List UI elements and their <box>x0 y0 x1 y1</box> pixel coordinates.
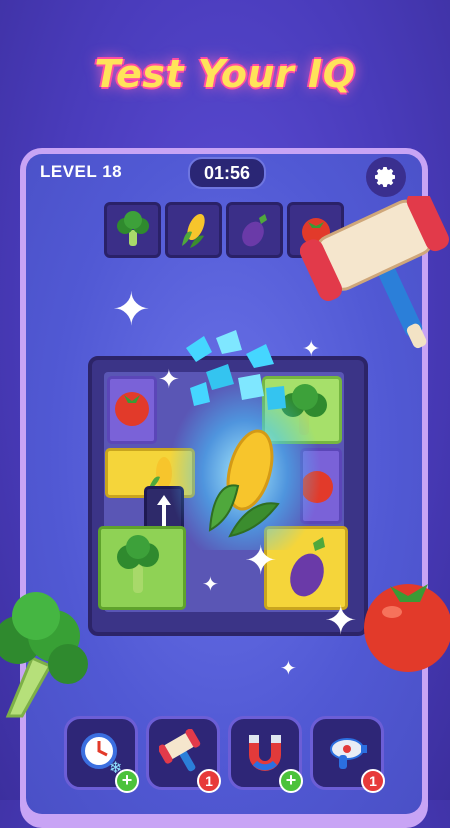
sparkle-icon: ✦ <box>202 574 219 596</box>
powerup-bar: ❄ + 1 + 1 <box>64 716 385 793</box>
target-slot-eggplant <box>226 202 283 258</box>
hammer-icon <box>159 729 201 772</box>
hammer-decor-icon <box>300 196 449 349</box>
powerup-hammer[interactable]: 1 <box>146 716 221 793</box>
count-badge: 1 <box>197 769 221 793</box>
target-slot-broccoli <box>104 202 161 258</box>
sparkle-icon: ✦ <box>324 599 358 643</box>
tomato-decor-icon <box>364 584 450 672</box>
eggplant-icon <box>241 214 267 247</box>
sparkle-icon: ✦ <box>280 658 297 680</box>
corn-icon <box>181 213 205 248</box>
promo-headline: Test Your IQ <box>94 52 356 96</box>
clock-snowflake-icon: ❄ <box>81 733 122 777</box>
tomato-icon <box>115 392 149 426</box>
add-badge: + <box>115 769 139 793</box>
count-badge: 1 <box>361 769 385 793</box>
tile-tomato-left[interactable] <box>107 376 157 444</box>
sparkle-icon: ✦ <box>158 364 180 394</box>
add-badge: + <box>279 769 303 793</box>
timer-display: 01:56 <box>188 157 266 189</box>
magnet-icon <box>249 735 281 771</box>
broccoli-decor-icon <box>0 592 88 718</box>
ray-gun-icon <box>330 738 367 769</box>
settings-button[interactable] <box>366 157 406 197</box>
powerup-magnet[interactable]: + <box>228 716 303 793</box>
gear-icon <box>375 167 395 187</box>
big-corn-icon <box>208 429 280 538</box>
broccoli-icon <box>116 211 149 246</box>
sparkle-icon: ✦ <box>244 539 278 583</box>
powerup-ray-gun[interactable]: 1 <box>310 716 385 793</box>
sparkle-icon: ✦ <box>112 283 151 335</box>
target-slot-corn <box>165 202 222 258</box>
level-label: LEVEL 18 <box>40 162 123 181</box>
powerup-freeze-timer[interactable]: ❄ + <box>64 716 139 793</box>
